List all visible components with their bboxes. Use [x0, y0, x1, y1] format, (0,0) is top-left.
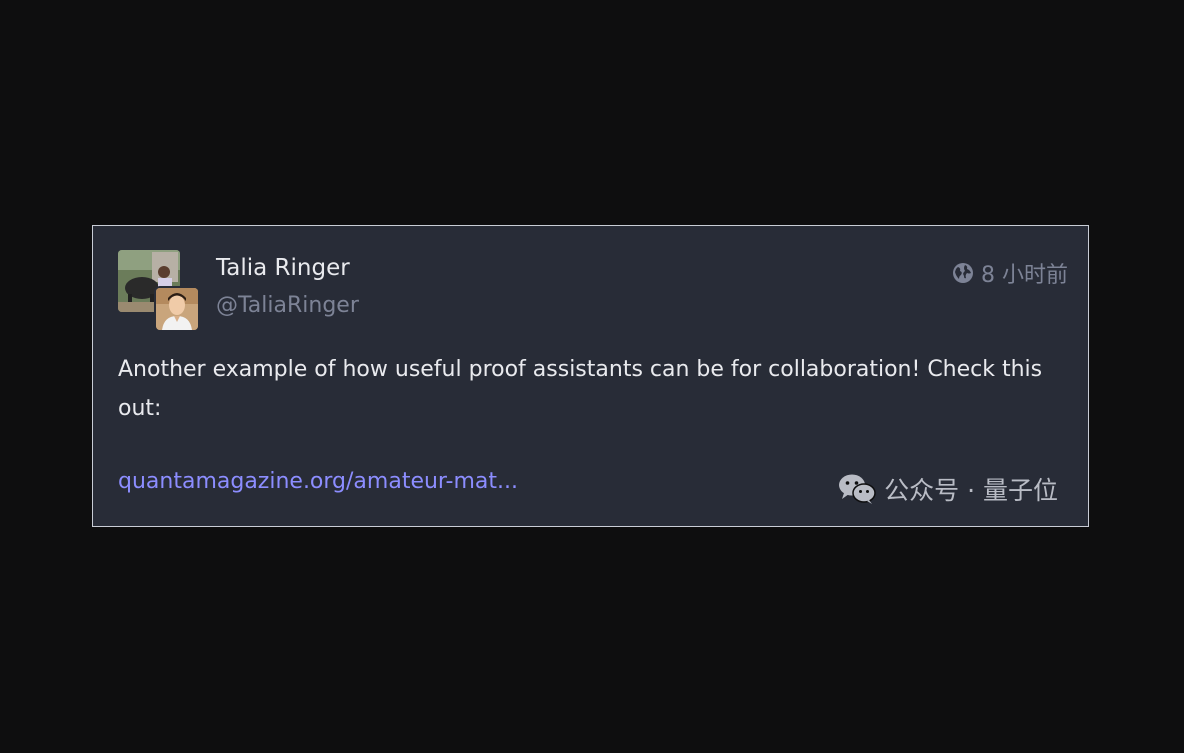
watermark-text: 公众号 · 量子位 [884, 476, 1058, 505]
post-card: Talia Ringer @TaliaRinger 8 小时前 Another … [92, 225, 1089, 527]
secondary-avatar-image [156, 288, 198, 330]
avatar-group[interactable] [118, 250, 200, 332]
author-display-name[interactable]: Talia Ringer [216, 255, 350, 281]
watermark: 公众号 · 量子位 [838, 471, 1058, 507]
post-link[interactable]: quantamagazine.org/amateur-mat... [118, 469, 518, 494]
secondary-avatar[interactable] [156, 288, 198, 330]
author-handle[interactable]: @TaliaRinger [216, 293, 359, 318]
post-timestamp[interactable]: 8 小时前 [952, 257, 1068, 289]
wechat-icon [838, 473, 876, 505]
post-content: Another example of how useful proof assi… [118, 357, 1043, 421]
globe-icon [952, 262, 974, 284]
time-ago-label: 8 小时前 [981, 263, 1068, 288]
